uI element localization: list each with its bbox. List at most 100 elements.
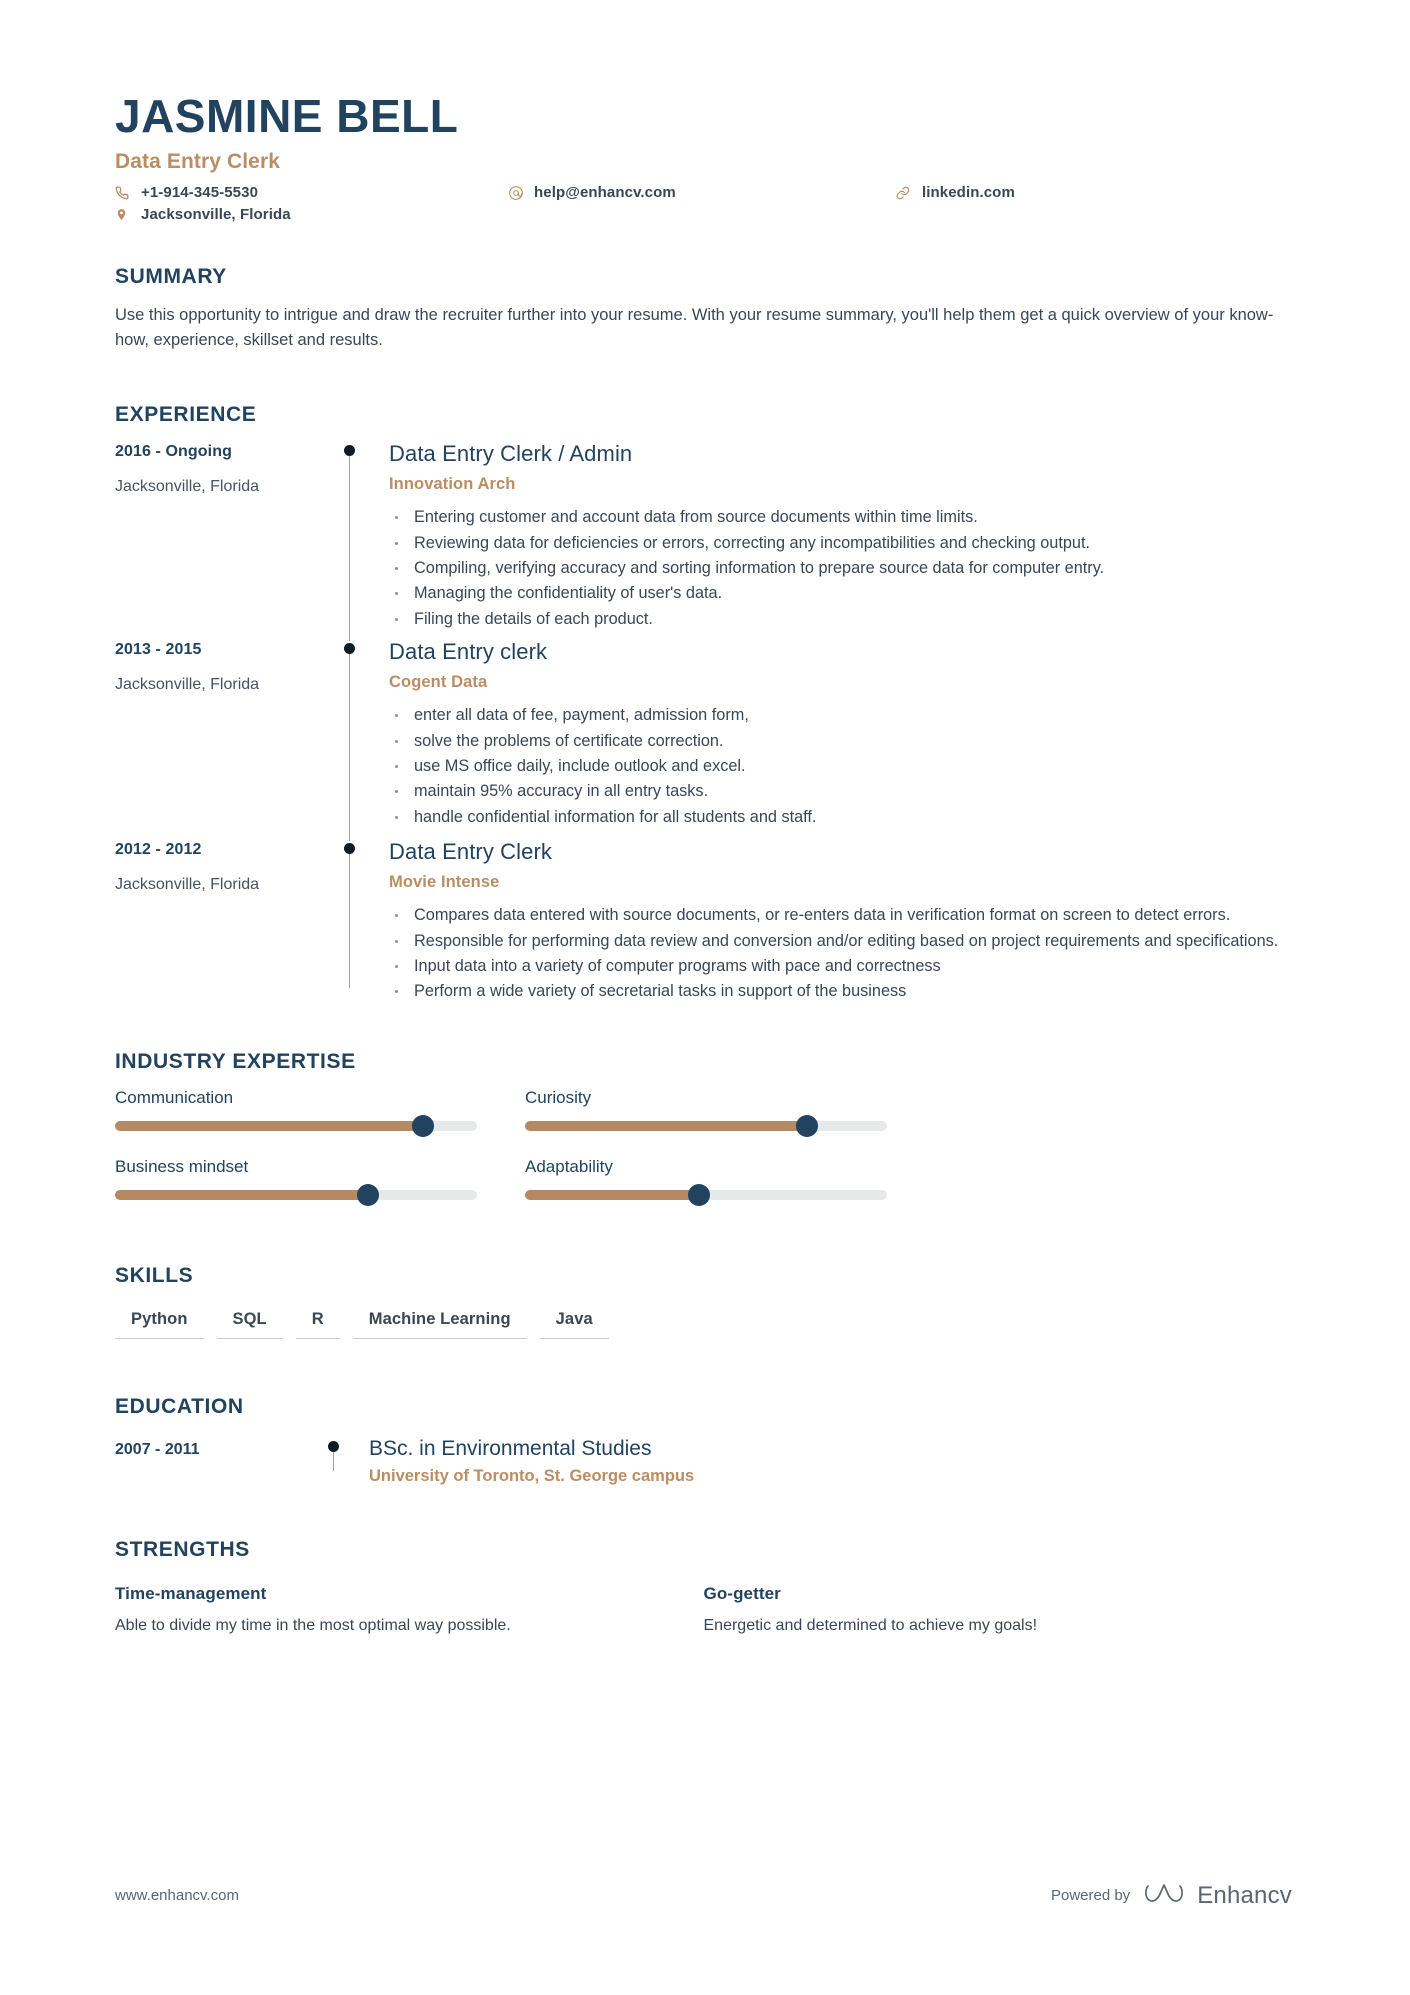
enhancv-brand-name: Enhancv	[1197, 1881, 1292, 1909]
resume-header: JASMINE BELL Data Entry Clerk +1-914-345…	[115, 90, 1292, 224]
timeline-dot	[344, 843, 355, 855]
list-item: use MS office daily, include outlook and…	[389, 755, 1292, 778]
timeline-marker	[311, 1437, 369, 1486]
experience-section: EXPERIENCE 2016 - Ongoing Jacksonville, …	[115, 403, 1292, 1005]
experience-dates: 2016 - Ongoing	[115, 443, 232, 461]
experience-dates: 2013 - 2015	[115, 641, 202, 659]
skill-tag: SQL	[216, 1310, 283, 1339]
experience-company: Movie Intense	[389, 873, 500, 892]
expertise-item: Communication	[115, 1087, 525, 1137]
strength-title: Time-management	[115, 1583, 267, 1603]
expertise-slider[interactable]	[525, 1183, 887, 1206]
experience-location: Jacksonville, Florida	[115, 876, 260, 894]
job-title: Data Entry Clerk	[115, 150, 280, 174]
footer-url[interactable]: www.enhancv.com	[115, 1887, 239, 1904]
contact-linkedin-value: linkedin.com	[922, 184, 1015, 202]
page-title: JASMINE BELL	[115, 90, 459, 142]
contact-phone[interactable]: +1-914-345-5530	[115, 184, 508, 201]
slider-knob[interactable]	[796, 1114, 819, 1137]
experience-role: Data Entry clerk	[389, 639, 548, 665]
expertise-item: Adaptability	[525, 1157, 935, 1226]
expertise-item: Business mindset	[115, 1156, 525, 1206]
experience-body: Data Entry Clerk Movie Intense Compares …	[389, 839, 1292, 1005]
contact-row-2: Jacksonville, Florida	[115, 206, 1292, 223]
list-item: maintain 95% accuracy in all entry tasks…	[389, 780, 1292, 803]
slider-knob[interactable]	[687, 1183, 710, 1206]
experience-location: Jacksonville, Florida	[115, 478, 260, 496]
summary-section: SUMMARY Use this opportunity to intrigue…	[115, 265, 1292, 353]
expertise-label: Communication	[115, 1087, 234, 1107]
experience-section-title: EXPERIENCE	[115, 403, 257, 427]
skills-section-title: SKILLS	[115, 1263, 194, 1287]
experience-role: Data Entry Clerk	[389, 839, 552, 865]
expertise-label: Adaptability	[525, 1156, 613, 1176]
list-item: enter all data of fee, payment, admissio…	[389, 704, 1292, 727]
experience-meta: 2012 - 2012 Jacksonville, Florida	[115, 839, 327, 1005]
contact-location: Jacksonville, Florida	[115, 206, 508, 223]
experience-meta: 2016 - Ongoing Jacksonville, Florida	[115, 441, 327, 639]
contact-email[interactable]: help@enhancv.com	[508, 184, 896, 201]
resume-page: JASMINE BELL Data Entry Clerk +1-914-345…	[0, 0, 1410, 1995]
summary-section-title: SUMMARY	[115, 265, 227, 289]
timeline-dot	[344, 643, 355, 655]
experience-body: Data Entry Clerk / Admin Innovation Arch…	[389, 441, 1292, 639]
contact-email-value: help@enhancv.com	[534, 184, 676, 202]
slider-fill	[115, 1120, 423, 1131]
skill-tag: Machine Learning	[352, 1310, 527, 1339]
education-body: BSc. in Environmental Studies University…	[369, 1437, 694, 1486]
enhancv-logo-icon	[1144, 1880, 1188, 1911]
skill-tag: Python	[115, 1310, 204, 1339]
slider-fill	[525, 1189, 699, 1200]
list-item: Entering customer and account data from …	[389, 506, 1292, 529]
slider-fill	[115, 1189, 369, 1200]
expertise-slider[interactable]	[115, 1183, 477, 1206]
slider-knob[interactable]	[411, 1114, 434, 1137]
list-item: Compares data entered with source docume…	[389, 904, 1292, 927]
education-entry: 2007 - 2011 BSc. in Environmental Studie…	[115, 1437, 1292, 1486]
timeline-dot	[344, 445, 355, 457]
location-pin-icon	[115, 207, 135, 222]
expertise-label: Business mindset	[115, 1156, 249, 1176]
link-icon	[896, 186, 916, 200]
contact-phone-value: +1-914-345-5530	[141, 184, 259, 202]
strength-title: Go-getter	[703, 1583, 781, 1603]
experience-dates: 2012 - 2012	[115, 841, 202, 859]
list-item: Filing the details of each product.	[389, 608, 1292, 631]
skill-tag: Java	[539, 1310, 609, 1339]
list-item: solve the problems of certificate correc…	[389, 730, 1292, 753]
experience-bullets: Compares data entered with source docume…	[389, 904, 1292, 1003]
education-meta: 2007 - 2011	[115, 1437, 311, 1486]
strength-description: Energetic and determined to achieve my g…	[703, 1616, 1038, 1634]
enhancv-brand: Enhancv	[1144, 1880, 1292, 1911]
education-school: University of Toronto, St. George campus	[369, 1466, 695, 1485]
footer-branding: Powered by Enhancv	[1051, 1880, 1292, 1911]
strengths-grid: Time-management Able to divide my time i…	[115, 1584, 1292, 1637]
contact-row-1: +1-914-345-5530 help@enhancv.com linkedi…	[115, 184, 1292, 201]
expertise-slider[interactable]	[525, 1114, 887, 1137]
list-item: Compiling, verifying accuracy and sortin…	[389, 557, 1292, 580]
page-footer: www.enhancv.com Powered by Enhancv	[115, 1880, 1292, 1911]
timeline-marker	[327, 441, 389, 642]
timeline-marker	[327, 639, 389, 842]
strengths-section-title: STRENGTHS	[115, 1537, 250, 1561]
slider-knob[interactable]	[357, 1183, 380, 1206]
timeline-marker	[327, 839, 389, 1005]
education-section-title: EDUCATION	[115, 1394, 244, 1418]
contact-linkedin[interactable]: linkedin.com	[896, 184, 1015, 201]
experience-bullets: enter all data of fee, payment, admissio…	[389, 704, 1292, 828]
phone-icon	[115, 186, 135, 200]
skills-list: Python SQL R Machine Learning Java	[115, 1310, 1292, 1339]
strength-item: Time-management Able to divide my time i…	[115, 1584, 704, 1637]
summary-text: Use this opportunity to intrigue and dra…	[115, 306, 1274, 350]
education-dates: 2007 - 2011	[115, 1440, 200, 1458]
expertise-slider[interactable]	[115, 1114, 477, 1137]
expertise-item: Curiosity	[525, 1088, 935, 1137]
education-degree: BSc. in Environmental Studies	[369, 1436, 652, 1460]
list-item: Reviewing data for deficiencies or error…	[389, 532, 1292, 555]
experience-role: Data Entry Clerk / Admin	[389, 441, 633, 467]
experience-location: Jacksonville, Florida	[115, 676, 260, 694]
experience-entry: 2013 - 2015 Jacksonville, Florida Data E…	[115, 639, 1292, 842]
industry-expertise-section: INDUSTRY EXPERTISE Communication Curiosi…	[115, 1050, 1292, 1226]
experience-body: Data Entry clerk Cogent Data enter all d…	[389, 639, 1292, 839]
strengths-section: STRENGTHS Time-management Able to divide…	[115, 1538, 1292, 1637]
